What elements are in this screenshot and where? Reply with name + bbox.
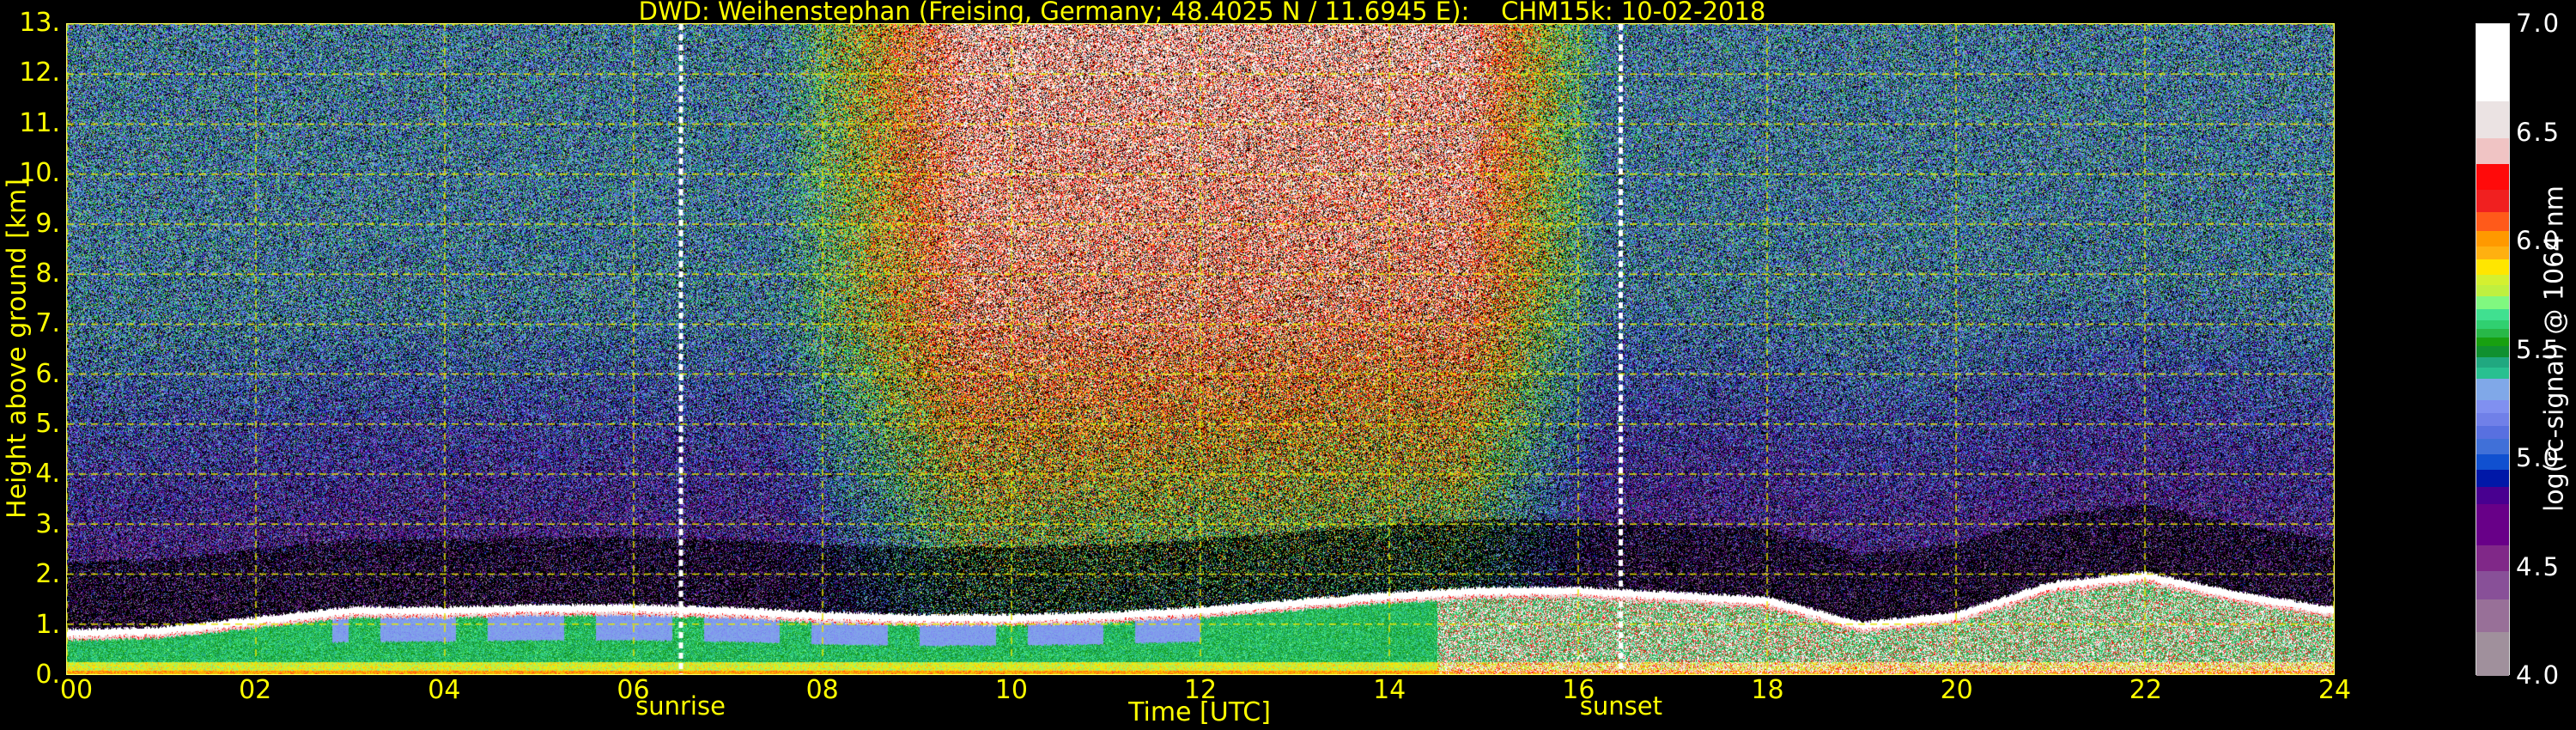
colorbar-segment [2476, 259, 2509, 275]
colorbar-segment [2476, 485, 2509, 504]
y-tick-label: 4. [35, 461, 60, 487]
marker-label-sunrise: sunrise [635, 691, 726, 721]
colorbar-segment [2476, 453, 2509, 470]
colorbar-tick-label: 6.0 [2516, 226, 2561, 255]
colorbar-tick-label: 4.5 [2516, 552, 2561, 581]
colorbar-segment [2476, 230, 2509, 246]
x-tick-label: 12 [1184, 675, 1217, 705]
colorbar-segment [2476, 503, 2509, 545]
y-tick-label: 0. [35, 662, 60, 688]
x-tick-label: 18 [1751, 675, 1783, 705]
y-tick-label: 13. [19, 10, 60, 36]
marker-label-sunset: sunset [1580, 691, 1662, 721]
x-tick-label: 02 [239, 675, 271, 705]
colorbar-segment [2476, 412, 2509, 427]
colorbar-segment [2476, 100, 2509, 137]
colorbar-segment [2476, 327, 2509, 338]
colorbar-segment [2476, 210, 2509, 231]
y-tick-label: 11. [19, 111, 60, 137]
colorbar-segment [2476, 468, 2509, 487]
x-tick-label: 00 [60, 675, 93, 705]
colorbar-segment [2476, 599, 2509, 632]
plot-area [66, 23, 2335, 675]
x-tick-label: 20 [1941, 675, 1973, 705]
colorbar-segment [2476, 273, 2509, 285]
colorbar-segment [2476, 570, 2509, 599]
colorbar-segment [2476, 319, 2509, 329]
y-tick-label: 3. [35, 512, 60, 538]
x-tick-label: 08 [806, 675, 839, 705]
x-tick-label: 04 [428, 675, 460, 705]
colorbar-tick-label: 7.0 [2516, 9, 2561, 38]
colorbar-tick-label: 5.0 [2516, 443, 2561, 472]
colorbar-segment [2476, 356, 2509, 368]
colorbar-segment [2476, 377, 2509, 400]
x-tick-label: 22 [2129, 675, 2162, 705]
chart-title: DWD: Weihenstephan (Freising, Germany; 4… [0, 0, 2404, 26]
colorbar-segment [2476, 336, 2509, 346]
colorbar-segment [2476, 308, 2509, 320]
y-tick-label: 1. [35, 612, 60, 638]
colorbar-segment [2476, 189, 2509, 212]
y-tick-label: 6. [35, 362, 60, 387]
y-tick-label: 9. [35, 211, 60, 237]
colorbar-segment [2476, 344, 2509, 356]
x-tick-label: 24 [2318, 675, 2351, 705]
x-tick-label: 10 [995, 675, 1028, 705]
colorbar-tick-label: 6.5 [2516, 118, 2561, 147]
y-tick-label: 8. [35, 261, 60, 287]
colorbar-segment [2476, 137, 2509, 164]
y-axis-label: Height above ground [km] [3, 179, 33, 519]
colorbar-segment [2476, 162, 2509, 190]
colorbar-segment [2476, 295, 2509, 309]
y-tick-label: 10. [19, 161, 60, 186]
colorbar-tick-label: 5.5 [2516, 335, 2561, 364]
colorbar [2476, 23, 2510, 675]
colorbar-segment [2476, 245, 2509, 259]
y-tick-label: 12. [19, 60, 60, 86]
y-tick-label: 7. [35, 311, 60, 337]
colorbar-segment [2476, 425, 2509, 440]
colorbar-segment [2476, 284, 2509, 296]
colorbar-segment [2476, 544, 2509, 572]
y-tick-label: 5. [35, 411, 60, 437]
x-tick-label: 14 [1373, 675, 1406, 705]
y-tick-label: 2. [35, 562, 60, 587]
colorbar-segment [2476, 631, 2509, 676]
colorbar-segment [2476, 438, 2509, 454]
colorbar-segment [2476, 24, 2509, 101]
colorbar-tick-label: 4.0 [2516, 660, 2561, 690]
backscatter-heatmap [67, 24, 2334, 674]
colorbar-segment [2476, 399, 2509, 414]
colorbar-segment [2476, 367, 2509, 379]
